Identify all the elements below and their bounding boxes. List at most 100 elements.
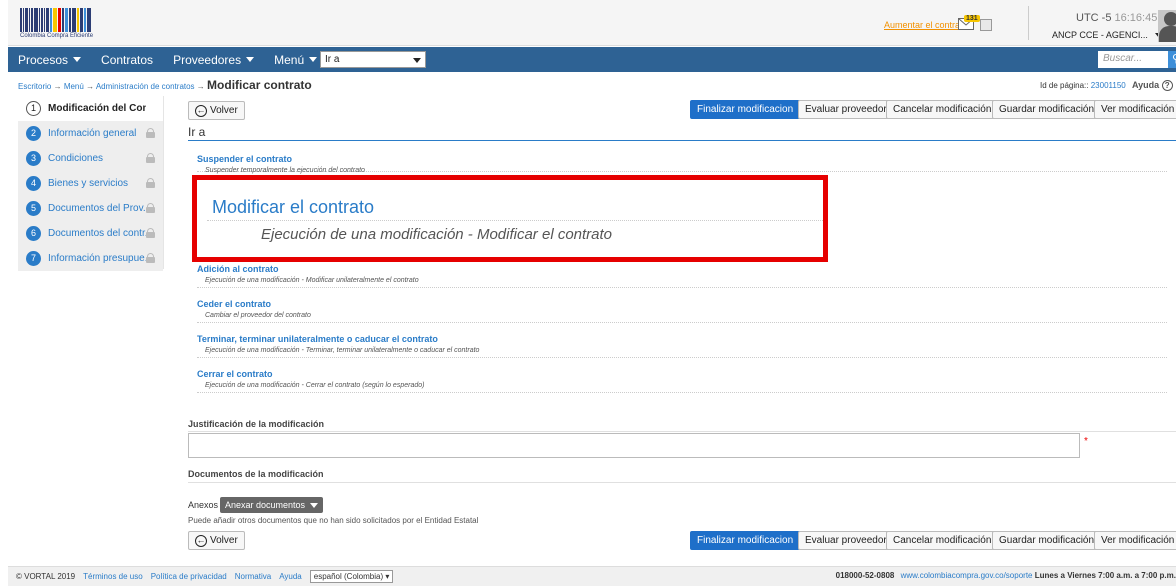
nav-proveedores[interactable]: Proveedores (163, 53, 264, 67)
timezone-clock: UTC -5 16:16:45 (1076, 12, 1157, 24)
help-icon: ? (1161, 80, 1173, 91)
help-link[interactable]: Ayuda ? (1132, 80, 1173, 91)
search-input[interactable]: Buscar... (1098, 51, 1168, 68)
option-suspender[interactable]: Suspender el contrato Suspender temporal… (197, 154, 1167, 174)
step-condiciones[interactable]: 3 Condiciones (18, 146, 163, 171)
arrow-icon: → (86, 82, 95, 91)
step-number: 2 (26, 126, 41, 141)
option-title[interactable]: Adición al contrato (197, 264, 1167, 274)
step-documentos-proveedor[interactable]: 5 Documentos del Prov... (18, 196, 163, 221)
page-id: Id de página:: 23001150 Ayuda ? (1040, 80, 1173, 91)
cancel-modification-button-bottom[interactable]: Cancelar modificación (886, 531, 999, 550)
step-informacion-general[interactable]: 2 Información general (18, 121, 163, 146)
option-desc: Ejecución de una modificación - Modifica… (205, 277, 419, 284)
documents-label: Documentos de la modificación (188, 469, 324, 479)
chevron-down-icon (310, 502, 319, 508)
view-modification-button[interactable]: Ver modificación (1094, 100, 1176, 119)
arrow-icon: → (53, 82, 62, 91)
nav-procesos[interactable]: Procesos (8, 53, 91, 67)
save-modification-button[interactable]: Guardar modificación (992, 100, 1102, 119)
back-button[interactable]: ← Volver (188, 101, 245, 120)
breadcrumb-escritorio[interactable]: Escritorio (18, 82, 51, 91)
option-desc: Cambiar el proveedor del contrato (205, 312, 311, 319)
nav-contratos[interactable]: Contratos (91, 53, 163, 67)
anexos-label: Anexos (188, 500, 219, 510)
step-label: Bienes y servicios (48, 178, 129, 189)
main-nav: Procesos Contratos Proveedores Menú Ir a… (8, 47, 1176, 72)
evaluate-supplier-button-bottom[interactable]: Evaluar proveedor (798, 531, 894, 550)
justification-label: Justificación de la modificación (188, 419, 325, 429)
ira-select-value: Ir a (325, 54, 340, 65)
arrow-icon: → (196, 82, 205, 91)
clock-time: 16:16:45 (1114, 12, 1158, 24)
option-desc: Ejecución de una modificación - Cerrar e… (205, 382, 425, 389)
agency-selector[interactable]: ANCP CCE - AGENCI... (1052, 30, 1164, 40)
breadcrumb-admin-contratos[interactable]: Administración de contratos (96, 82, 195, 91)
highlight-title[interactable]: Modificar el contrato (212, 197, 374, 218)
step-number: 5 (26, 201, 41, 216)
footer-terms-link[interactable]: Términos de uso (83, 572, 143, 581)
option-desc: Suspender temporalmente la ejecución del… (205, 167, 365, 174)
step-number: 3 (26, 151, 41, 166)
option-title[interactable]: Terminar, terminar unilateralmente o cad… (197, 334, 1167, 344)
page-id-label: Id de página:: (1040, 81, 1089, 90)
copyright: © VORTAL 2019 (16, 572, 76, 581)
option-title[interactable]: Cerrar el contrato (197, 369, 1167, 379)
step-label: Condiciones (48, 153, 104, 164)
documents-note: Puede añadir otros documentos que no han… (188, 516, 479, 525)
user-avatar[interactable] (1158, 10, 1176, 42)
back-button-bottom[interactable]: ← Volver (188, 531, 245, 550)
footer-privacy-link[interactable]: Política de privacidad (151, 572, 227, 581)
finalize-button[interactable]: Finalizar modificacion (690, 100, 801, 119)
attach-documents-button[interactable]: Anexar documentos (220, 497, 324, 513)
lock-icon (146, 253, 155, 263)
step-documentos-contrato[interactable]: 6 Documentos del contr... (18, 221, 163, 246)
step-number: 7 (26, 251, 41, 266)
page-id-value[interactable]: 23001150 (1091, 81, 1126, 90)
breadcrumb-menu[interactable]: Menú (64, 82, 84, 91)
lock-icon (146, 178, 155, 188)
back-label: Volver (210, 105, 238, 116)
option-adicion[interactable]: Adición al contrato Ejecución de una mod… (197, 264, 1167, 288)
nav-menu[interactable]: Menú (264, 53, 327, 67)
highlight-modificar-contrato[interactable]: Modificar el contrato Ejecución de una m… (192, 175, 828, 262)
footer-help-link[interactable]: Ayuda (279, 572, 302, 581)
option-cerrar[interactable]: Cerrar el contrato Ejecución de una modi… (197, 369, 1167, 393)
ira-select[interactable]: Ir a (320, 51, 426, 68)
step-number: 6 (26, 226, 41, 241)
ira-section-title: Ir a (188, 125, 206, 139)
step-informacion-presupuestal[interactable]: 7 Información presupue... (18, 246, 163, 271)
step-bienes-servicios[interactable]: 4 Bienes y servicios (18, 171, 163, 196)
finalize-button-bottom[interactable]: Finalizar modificacion (690, 531, 801, 550)
save-modification-button-bottom[interactable]: Guardar modificación (992, 531, 1102, 550)
view-modification-button-bottom[interactable]: Ver modificación (1094, 531, 1176, 550)
logo-barcode (20, 6, 110, 32)
chevron-down-icon (73, 57, 82, 62)
support-hours: Lunes a Viernes 7:00 a.m. a 7:00 p.m. (1034, 571, 1176, 580)
page-title: Modificar contrato (207, 78, 312, 92)
evaluate-supplier-button[interactable]: Evaluar proveedor (798, 100, 894, 119)
step-number: 1 (26, 101, 41, 116)
agency-name: ANCP CCE - AGENCI... (1052, 30, 1148, 40)
nav-procesos-label: Procesos (18, 52, 69, 67)
cancel-modification-button[interactable]: Cancelar modificación (886, 100, 999, 119)
option-title[interactable]: Suspender el contrato (197, 154, 1167, 164)
support-link[interactable]: www.colombiacompra.gov.co/soporte (901, 571, 1033, 580)
footer: © VORTAL 2019 Términos de uso Política d… (8, 566, 1176, 586)
language-select[interactable]: español (Colombia) ▾ (309, 570, 394, 583)
option-ceder[interactable]: Ceder el contrato Cambiar el proveedor d… (197, 299, 1167, 323)
documents-divider (188, 482, 1176, 483)
notifications-icon[interactable] (980, 19, 992, 31)
logo-text: Colombia Compra Eficiente (20, 33, 94, 39)
header-divider (1028, 6, 1029, 40)
colombia-compra-logo[interactable]: Colombia Compra Eficiente (20, 6, 110, 42)
step-modificacion-contrato[interactable]: 1 Modificación del Contrato (18, 96, 163, 121)
justification-textarea[interactable] (188, 433, 1080, 458)
option-title[interactable]: Ceder el contrato (197, 299, 1167, 309)
search-icon[interactable]: ⚲ (1168, 51, 1176, 68)
nav-menu-label: Menú (274, 52, 305, 67)
footer-normativa-link[interactable]: Normativa (235, 572, 271, 581)
highlight-divider (207, 220, 823, 221)
option-terminar[interactable]: Terminar, terminar unilateralmente o cad… (197, 334, 1167, 358)
attach-documents-label: Anexar documentos (225, 500, 306, 510)
